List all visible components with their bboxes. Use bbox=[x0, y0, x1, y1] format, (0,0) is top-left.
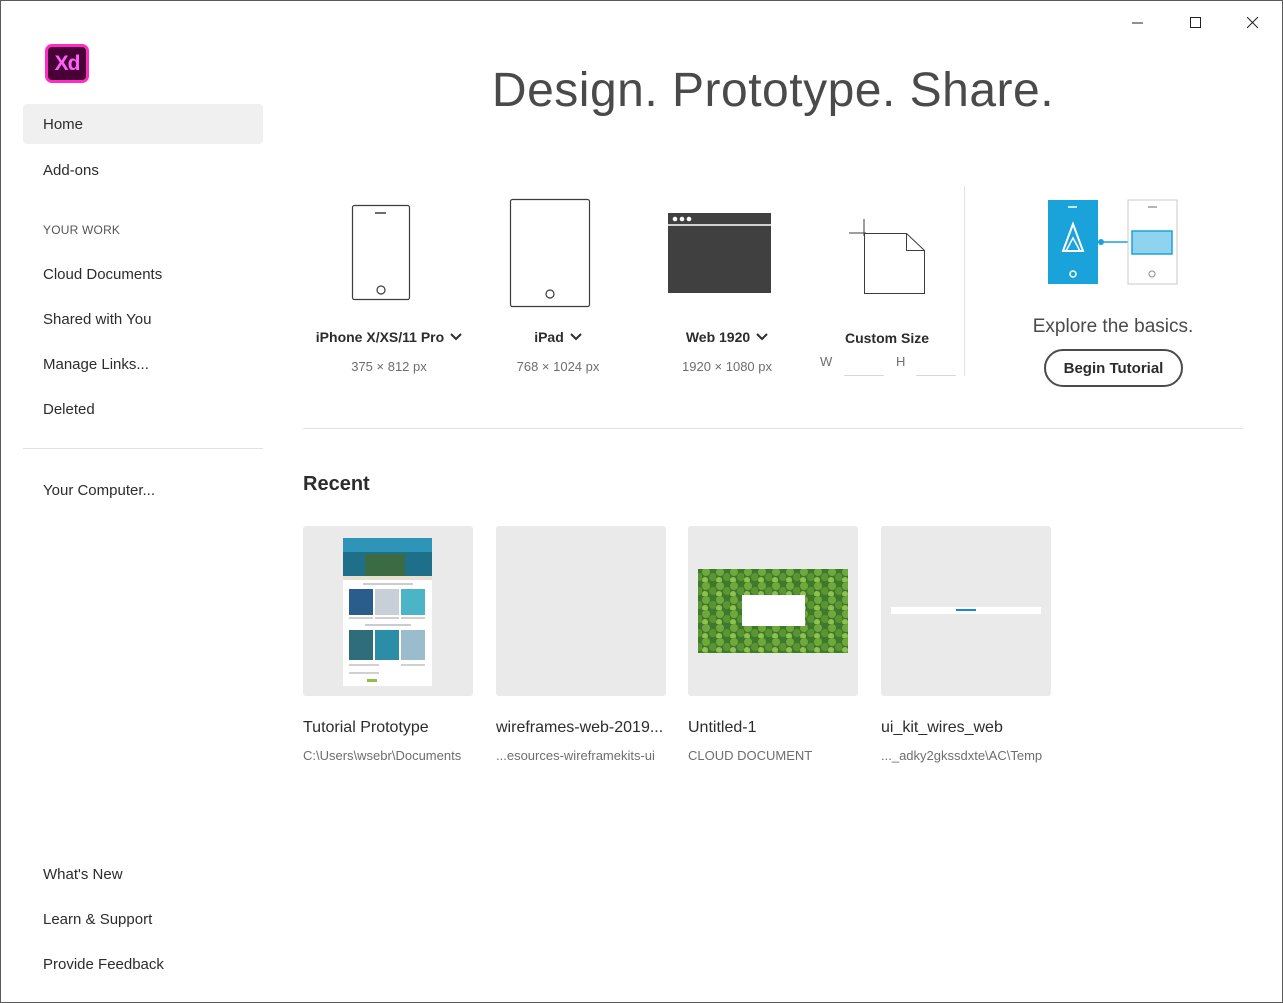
sidebar-item-label: Shared with You bbox=[43, 310, 152, 328]
presets-divider bbox=[964, 186, 965, 376]
preset-size: 375 × 812 px bbox=[351, 359, 427, 374]
preset-ipad[interactable]: iPad 768 × 1024 px bbox=[473, 186, 643, 386]
height-input[interactable] bbox=[916, 352, 956, 376]
preset-name-label: iPhone X/XS/11 Pro bbox=[315, 329, 445, 345]
sidebar-item-whats-new[interactable]: What's New bbox=[23, 854, 263, 894]
tablet-icon bbox=[509, 198, 591, 308]
sidebar-item-home[interactable]: Home bbox=[23, 104, 263, 144]
preset-name-label: iPad bbox=[534, 329, 564, 345]
preset-iphone[interactable]: iPhone X/XS/11 Pro 375 × 812 px bbox=[304, 186, 474, 386]
sidebar-item-learn-support[interactable]: Learn & Support bbox=[23, 899, 263, 939]
sidebar-divider bbox=[23, 448, 263, 449]
blank-document-icon bbox=[849, 219, 925, 294]
sidebar-item-label: What's New bbox=[43, 865, 123, 883]
xd-logo-text: Xd bbox=[54, 51, 81, 75]
preset-name: Custom Size bbox=[802, 330, 972, 346]
recent-item-name: Tutorial Prototype bbox=[303, 719, 429, 736]
forest-thumbnail-image bbox=[698, 569, 848, 653]
main-divider bbox=[303, 428, 1243, 429]
recent-heading: Recent bbox=[303, 473, 370, 495]
close-button[interactable] bbox=[1230, 9, 1276, 37]
recent-item-path: ..._adky2gkssdxte\AC\Temp bbox=[881, 748, 1043, 763]
sidebar-item-your-computer[interactable]: Your Computer... bbox=[23, 470, 263, 510]
tutorial-prototype-thumbnail-image bbox=[343, 538, 432, 686]
preset-web-1920[interactable]: Web 1920 1920 × 1080 px bbox=[642, 186, 812, 386]
height-label: H bbox=[896, 354, 906, 369]
recent-item-name: ui_kit_wires_web bbox=[881, 719, 1003, 736]
width-input[interactable] bbox=[844, 352, 884, 376]
preset-custom-size[interactable]: Custom Size W H bbox=[802, 186, 972, 386]
app-window: Xd Home Add-ons YOUR WORK Cloud Document… bbox=[0, 0, 1283, 1003]
chevron-down-icon[interactable] bbox=[756, 333, 768, 341]
phone-icon bbox=[351, 204, 411, 301]
recent-thumbnail bbox=[881, 526, 1051, 696]
chevron-down-icon[interactable] bbox=[450, 333, 462, 341]
sidebar-item-label: Learn & Support bbox=[43, 910, 153, 928]
sidebar-item-label: Add-ons bbox=[43, 161, 99, 179]
preset-name-label: Web 1920 bbox=[685, 329, 751, 345]
maximize-icon bbox=[1190, 17, 1201, 28]
recent-item-name: wireframes-web-2019... bbox=[496, 719, 664, 736]
preset-size: 1920 × 1080 px bbox=[682, 359, 772, 374]
minimize-button[interactable] bbox=[1115, 9, 1161, 37]
explore-text: Explore the basics. bbox=[1032, 316, 1194, 337]
preset-name-label: Custom Size bbox=[844, 330, 929, 346]
sidebar-item-provide-feedback[interactable]: Provide Feedback bbox=[23, 944, 263, 984]
recent-item-path: C:\Users\wsebr\Documents bbox=[303, 748, 462, 763]
sidebar-item-label: Your Computer... bbox=[43, 481, 156, 499]
xd-logo: Xd bbox=[45, 44, 89, 83]
sidebar-item-cloud-documents[interactable]: Cloud Documents bbox=[23, 254, 263, 294]
recent-thumbnail bbox=[688, 526, 858, 696]
sidebar-item-addons[interactable]: Add-ons bbox=[23, 150, 263, 190]
sidebar-item-manage-links[interactable]: Manage Links... bbox=[23, 344, 263, 384]
recent-item-path: ...esources-wireframekits-ui bbox=[496, 748, 655, 763]
recent-item-name: Untitled-1 bbox=[688, 719, 757, 736]
width-label: W bbox=[820, 354, 833, 369]
sidebar-item-label: Manage Links... bbox=[43, 355, 149, 373]
sidebar: Xd Home Add-ons YOUR WORK Cloud Document… bbox=[1, 1, 284, 1003]
sidebar-item-shared-with-you[interactable]: Shared with You bbox=[23, 299, 263, 339]
recent-thumbnail bbox=[496, 526, 666, 696]
sidebar-item-label: Home bbox=[43, 115, 84, 133]
preset-name: Web 1920 bbox=[642, 329, 812, 345]
close-icon bbox=[1247, 17, 1259, 29]
maximize-button[interactable] bbox=[1173, 9, 1219, 37]
begin-tutorial-button[interactable]: Begin Tutorial bbox=[1044, 349, 1183, 387]
preset-name: iPad bbox=[473, 329, 643, 345]
sidebar-item-label: Cloud Documents bbox=[43, 265, 163, 283]
sidebar-item-deleted[interactable]: Deleted bbox=[23, 389, 263, 429]
ui-kit-thumbnail-image bbox=[891, 607, 1041, 614]
preset-name: iPhone X/XS/11 Pro bbox=[304, 329, 474, 345]
section-label-your-work: YOUR WORK bbox=[43, 223, 121, 237]
preset-size: 768 × 1024 px bbox=[516, 359, 600, 374]
recent-thumbnail bbox=[303, 526, 473, 696]
browser-window-icon bbox=[668, 213, 771, 293]
chevron-down-icon[interactable] bbox=[570, 333, 582, 341]
recent-item-path: CLOUD DOCUMENT bbox=[688, 748, 813, 763]
minimize-icon bbox=[1132, 22, 1143, 24]
sidebar-item-label: Provide Feedback bbox=[43, 955, 164, 973]
tutorial-illustration-icon bbox=[1048, 199, 1178, 285]
sidebar-item-label: Deleted bbox=[43, 400, 95, 418]
page-title: Design. Prototype. Share. bbox=[491, 64, 1055, 117]
